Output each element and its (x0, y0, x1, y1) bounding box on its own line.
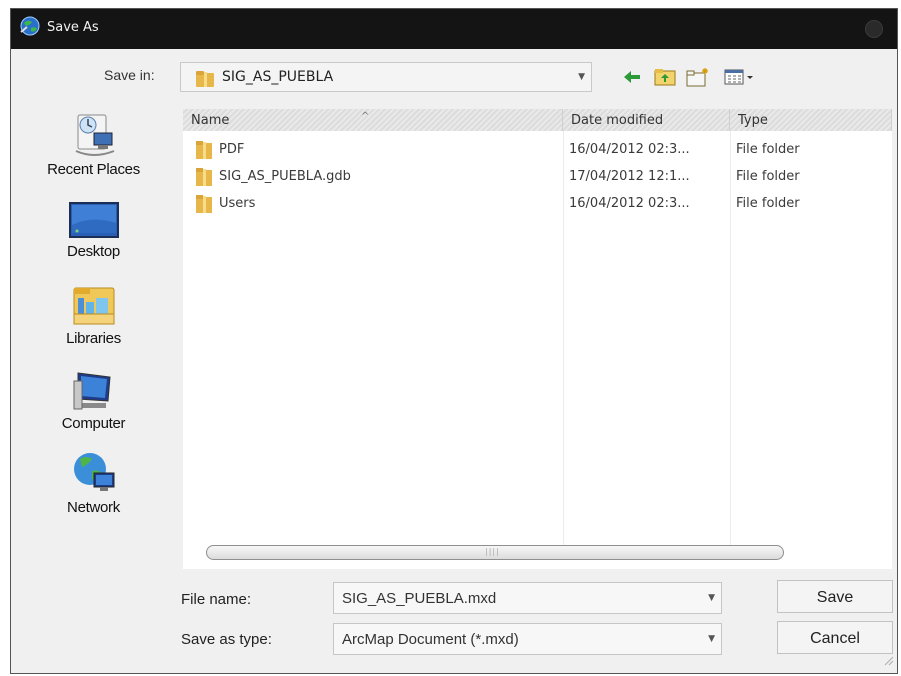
file-type: File folder (736, 142, 800, 157)
file-name: Users (219, 196, 256, 211)
file-row[interactable]: PDF 16/04/2012 02:3... File folder (183, 136, 892, 162)
current-location: SIG_AS_PUEBLA (222, 69, 334, 85)
save-in-dropdown[interactable]: SIG_AS_PUEBLA ▼ (180, 62, 592, 92)
file-date: 17/04/2012 12:1... (569, 169, 690, 184)
place-label: Libraries (66, 330, 121, 347)
file-name: PDF (219, 142, 245, 157)
file-list[interactable]: Name ^ Date modified Type PDF 16/04/2012… (183, 109, 892, 569)
file-date: 16/04/2012 02:3... (569, 142, 690, 157)
file-type: File folder (736, 196, 800, 211)
file-row[interactable]: SIG_AS_PUEBLA.gdb 17/04/2012 12:1... Fil… (183, 163, 892, 189)
place-label: Recent Places (47, 161, 140, 178)
file-date: 16/04/2012 02:3... (569, 196, 690, 211)
computer-icon (73, 372, 111, 410)
file-name: SIG_AS_PUEBLA.gdb (219, 169, 351, 184)
recent-places-icon (75, 114, 114, 156)
folder-icon (195, 167, 213, 191)
new-folder-icon[interactable] (686, 67, 710, 89)
folder-icon (195, 140, 213, 164)
column-header-date[interactable]: Date modified (563, 109, 730, 131)
place-label: Desktop (67, 243, 120, 260)
place-label: Computer (61, 415, 126, 432)
chevron-down-icon[interactable]: ▼ (708, 593, 715, 603)
column-header-name[interactable]: Name ^ (183, 109, 563, 131)
arcmap-globe-icon (19, 15, 41, 37)
folder-icon (195, 194, 213, 218)
save-as-type-value: ArcMap Document (*.mxd) (342, 631, 519, 648)
close-button[interactable] (865, 20, 883, 38)
file-name-label: File name: (181, 591, 252, 608)
file-type: File folder (736, 169, 800, 184)
file-row[interactable]: Users 16/04/2012 02:3... File folder (183, 190, 892, 216)
save-as-type-select[interactable]: ArcMap Document (*.mxd) ▼ (333, 623, 722, 655)
place-desktop[interactable]: Desktop (11, 201, 176, 260)
save-in-label: Save in: (104, 67, 155, 83)
place-network[interactable]: Network (11, 449, 176, 516)
place-computer[interactable]: Computer (11, 369, 176, 432)
file-name-value: SIG_AS_PUEBLA.mxd (342, 590, 497, 607)
chevron-down-icon: ▼ (578, 72, 585, 82)
window-title: Save As (47, 20, 99, 35)
scroll-grip-icon: |||| (485, 547, 500, 556)
chevron-down-icon[interactable]: ▼ (708, 634, 715, 644)
resize-grip-icon[interactable] (882, 651, 894, 670)
file-name-input[interactable]: SIG_AS_PUEBLA.mxd ▼ (333, 582, 722, 614)
folder-icon (195, 70, 215, 92)
libraries-icon (73, 287, 114, 325)
view-menu-icon[interactable] (724, 67, 758, 89)
save-as-type-label: Save as type: (181, 631, 272, 648)
horizontal-scrollbar[interactable]: |||| (206, 545, 784, 560)
save-button[interactable]: Save (777, 580, 893, 613)
cancel-button[interactable]: Cancel (777, 621, 893, 654)
column-header-type[interactable]: Type (730, 109, 892, 131)
desktop-icon (68, 202, 119, 238)
sort-up-icon: ^ (361, 111, 370, 122)
network-icon (73, 453, 114, 491)
save-as-dialog: Save As Save in: SIG_AS_PUEBLA ▼ Recent … (10, 8, 898, 674)
place-libraries[interactable]: Libraries (11, 284, 176, 347)
up-folder-icon[interactable] (654, 67, 676, 89)
title-bar[interactable]: Save As (11, 9, 897, 49)
place-recent-places[interactable]: Recent Places (11, 107, 176, 178)
place-label: Network (67, 499, 120, 516)
back-icon[interactable] (622, 67, 642, 89)
